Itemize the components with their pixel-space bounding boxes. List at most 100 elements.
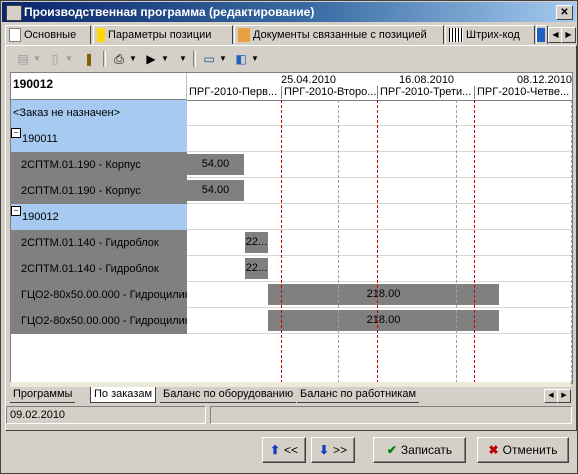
arrow-down-icon: ⬇ bbox=[318, 443, 330, 457]
group-label: 190011 bbox=[22, 133, 58, 145]
save-button[interactable]: ✔ Записать bbox=[373, 437, 466, 463]
tab-main[interactable]: Основные bbox=[5, 25, 91, 44]
tab-label: Штрих-код bbox=[466, 29, 520, 41]
period-header: ПРГ-2010-Перв... bbox=[189, 86, 278, 98]
next-button[interactable]: ⬇ >> bbox=[311, 437, 355, 463]
row-label: −190011 bbox=[11, 126, 187, 152]
gantt-grid: 190012 25.04.2010 16.08.2010 08.12.2010 … bbox=[10, 72, 573, 384]
tab-overflow[interactable] bbox=[536, 25, 548, 44]
extra-tab-icon bbox=[537, 28, 545, 42]
tab-by-orders[interactable]: По заказам bbox=[90, 387, 157, 403]
button-label: << bbox=[284, 443, 299, 457]
gantt-bar[interactable]: 218.00 bbox=[268, 284, 499, 305]
grid-icon[interactable]: ▤ bbox=[15, 50, 31, 68]
row-label: ГЦО2-80x50.00.000 - Гидроцилин bbox=[11, 308, 187, 334]
gantt-bar[interactable]: 218.00 bbox=[268, 310, 499, 331]
timeline-date: 16.08.2010 bbox=[399, 74, 455, 86]
period-boundary-line bbox=[377, 100, 378, 383]
timeline-date: 08.12.2010 bbox=[517, 74, 573, 86]
dropdown-arrow-icon[interactable]: ▼ bbox=[161, 50, 169, 68]
button-label: Записать bbox=[400, 443, 453, 457]
dropdown-arrow-icon[interactable]: ▼ bbox=[179, 50, 187, 68]
close-button[interactable]: ✕ bbox=[556, 5, 573, 20]
table-row[interactable]: −190011 bbox=[11, 126, 572, 152]
row-timeline bbox=[187, 100, 572, 126]
button-label: Отменить bbox=[502, 443, 558, 457]
row-timeline: 54.00 bbox=[187, 152, 572, 178]
grid-header-title: 190012 bbox=[11, 73, 187, 100]
tab-label: Параметры позиции bbox=[108, 29, 212, 41]
top-tabs: Основные Параметры позиции Документы свя… bbox=[5, 25, 576, 45]
tab-item-params[interactable]: Параметры позиции bbox=[93, 25, 233, 44]
date-grid-line bbox=[571, 100, 572, 383]
table-row[interactable]: 2СПТМ.01.140 - Гидроблок 22... bbox=[11, 230, 572, 256]
button-label: >> bbox=[333, 443, 348, 457]
tab-label: Документы связанные с позицией bbox=[253, 29, 427, 41]
toolbar: ▤ ▼ ▯ ▼ ❚ ⎙ ▼ ▶ ▼ ▼ ▭ ▼ ◧ ▼ bbox=[11, 47, 571, 71]
tabs-scroll-left-button[interactable]: ◀ bbox=[544, 389, 558, 403]
table-row[interactable]: 2СПТМ.01.140 - Гидроблок 22... bbox=[11, 256, 572, 282]
row-timeline: 218.00 bbox=[187, 308, 572, 334]
table-row[interactable]: <Заказ не назначен> bbox=[11, 100, 572, 126]
toolbar-separator bbox=[193, 51, 196, 67]
status-panel bbox=[210, 406, 572, 424]
tabs-scroll-right-button[interactable]: ▶ bbox=[561, 27, 576, 43]
chart-icon[interactable]: ◧ bbox=[233, 50, 249, 68]
group-label: 190012 bbox=[22, 211, 59, 223]
dropdown-arrow-icon[interactable]: ▼ bbox=[219, 50, 227, 68]
row-timeline: 22... bbox=[187, 230, 572, 256]
main-window: Производственная программа (редактирован… bbox=[0, 0, 578, 474]
window-icon[interactable]: ▭ bbox=[201, 50, 217, 68]
tab-label: Основные bbox=[24, 29, 77, 41]
row-label: 2СПТМ.01.140 - Гидроблок bbox=[11, 256, 187, 282]
gantt-bar[interactable]: 22... bbox=[245, 258, 268, 279]
row-timeline bbox=[187, 204, 572, 230]
period-header: ПРГ-2010-Трети... bbox=[377, 86, 474, 99]
tab-documents[interactable]: Документы связанные с позицией bbox=[234, 25, 444, 44]
dropdown-arrow-icon[interactable]: ▼ bbox=[129, 50, 137, 68]
date-grid-line bbox=[338, 100, 339, 383]
row-timeline bbox=[187, 126, 572, 152]
row-label: ГЦО2-80x50.00.000 - Гидроцилин bbox=[11, 282, 187, 308]
tab-programs[interactable]: Программы bbox=[10, 387, 76, 403]
dropdown-arrow-icon[interactable]: ▼ bbox=[33, 50, 41, 68]
status-bar: 09.02.2010 bbox=[6, 406, 572, 424]
row-label: <Заказ не назначен> bbox=[11, 100, 187, 126]
dropdown-arrow-icon[interactable]: ▼ bbox=[251, 50, 259, 68]
tabs-scroll-right-button[interactable]: ▶ bbox=[557, 389, 571, 403]
gantt-bar[interactable]: 22... bbox=[245, 232, 268, 253]
collapse-icon[interactable]: − bbox=[11, 128, 21, 138]
table-row[interactable]: ГЦО2-80x50.00.000 - Гидроцилин 218.00 bbox=[11, 282, 572, 308]
play-icon[interactable]: ▶ bbox=[143, 50, 159, 68]
gantt-bar[interactable]: 54.00 bbox=[187, 154, 244, 175]
book-icon[interactable]: ❚ bbox=[81, 50, 97, 68]
dropdown-arrow-icon[interactable]: ▼ bbox=[65, 50, 73, 68]
collapse-icon[interactable]: − bbox=[11, 206, 21, 216]
documents-icon bbox=[238, 28, 250, 43]
row-label: −190012 bbox=[11, 204, 187, 230]
print-icon[interactable]: ⎙ bbox=[111, 50, 127, 68]
document-icon[interactable]: ▯ bbox=[47, 50, 63, 68]
item-icon bbox=[97, 28, 105, 43]
checkmark-icon: ✔ bbox=[386, 443, 397, 457]
toolbar-separator bbox=[103, 51, 106, 67]
period-boundary-line bbox=[281, 100, 282, 383]
previous-button[interactable]: ⬆ << bbox=[262, 437, 306, 463]
tab-barcode[interactable]: Штрих-код bbox=[445, 25, 535, 44]
row-timeline: 218.00 bbox=[187, 282, 572, 308]
tab-workers-balance[interactable]: Баланс по работникам bbox=[297, 387, 420, 403]
table-row[interactable]: 2СПТМ.01.190 - Корпус 54.00 bbox=[11, 152, 572, 178]
tab-equipment-balance[interactable]: Баланс по оборудованию bbox=[160, 387, 297, 403]
row-timeline: 22... bbox=[187, 256, 572, 282]
row-label: 2СПТМ.01.140 - Гидроблок bbox=[11, 230, 187, 256]
cancel-button[interactable]: ✖ Отменить bbox=[477, 437, 569, 463]
period-boundary-line bbox=[474, 100, 475, 383]
window-title: Производственная программа (редактирован… bbox=[24, 5, 315, 19]
table-row[interactable]: −190012 bbox=[11, 204, 572, 230]
table-row[interactable]: 2СПТМ.01.190 - Корпус 54.00 bbox=[11, 178, 572, 204]
timeline-header: 25.04.2010 16.08.2010 08.12.2010 ПРГ-201… bbox=[187, 73, 572, 101]
gantt-bar[interactable]: 54.00 bbox=[187, 180, 244, 201]
status-date: 09.02.2010 bbox=[6, 406, 206, 424]
table-row[interactable]: ГЦО2-80x50.00.000 - Гидроцилин 218.00 bbox=[11, 308, 572, 334]
row-label: 2СПТМ.01.190 - Корпус bbox=[11, 152, 187, 178]
